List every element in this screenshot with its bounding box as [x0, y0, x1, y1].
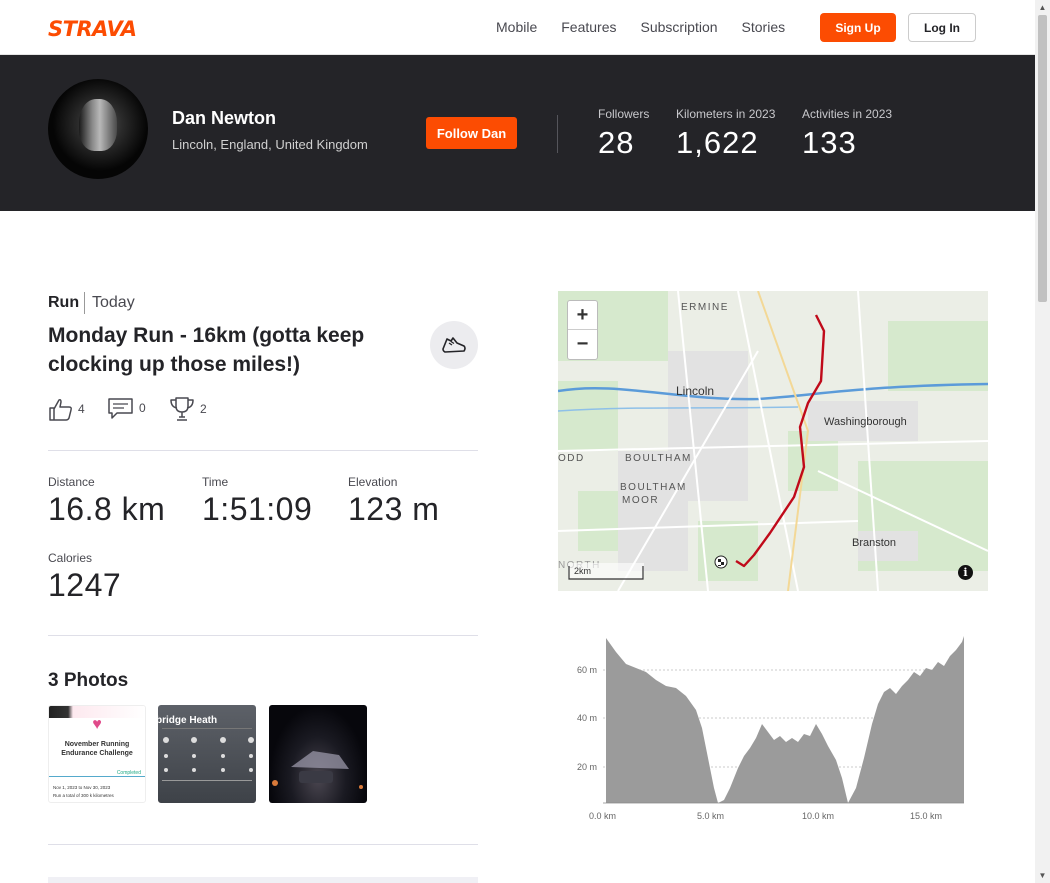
activity-type-divider: [84, 292, 85, 314]
photo-status-row: Completed: [49, 770, 145, 777]
divider: [48, 450, 478, 451]
stat-followers: Followers 28: [598, 107, 649, 161]
photo-thumbnail[interactable]: [269, 705, 367, 803]
achievements[interactable]: 2: [168, 396, 207, 422]
avatar[interactable]: [48, 79, 148, 179]
divider: [48, 844, 478, 845]
stat-value: 133: [802, 125, 857, 160]
nav-link-features[interactable]: Features: [561, 19, 616, 35]
map-label-washingborough: Washingborough: [824, 416, 907, 428]
avatar-face: [79, 99, 117, 151]
athlete-header: Dan Newton Lincoln, England, United King…: [0, 55, 1035, 211]
y-tick-60: 60 m: [577, 665, 597, 675]
top-nav: STRAVA Mobile Features Subscription Stor…: [0, 0, 1035, 55]
scroll-down-arrow-icon[interactable]: ▼: [1038, 871, 1047, 880]
photo-heading: November Running Endurance Challenge: [61, 741, 133, 757]
nav-links: Mobile Features Subscription Stories: [496, 19, 785, 35]
comments[interactable]: 0: [107, 396, 146, 420]
photo-dates: Nov 1, 2023 to Nov 30, 2023: [53, 785, 111, 790]
thumbs-up-icon: [49, 399, 72, 421]
activity-type: Run: [48, 294, 80, 311]
map-canvas: ERMINE Lincoln Washingborough ODD BOULTH…: [558, 291, 988, 591]
scrollbar-thumb[interactable]: [1038, 15, 1047, 302]
scroll-up-arrow-icon[interactable]: ▲: [1038, 3, 1047, 12]
stat-calories: Calories 1247: [48, 551, 121, 604]
photo-status: Completed: [116, 770, 141, 776]
nav-link-subscription[interactable]: Subscription: [641, 19, 718, 35]
stat-label: Time: [202, 475, 229, 489]
kudos[interactable]: 4: [48, 396, 85, 422]
shoe-button[interactable]: [430, 321, 478, 369]
stat-label: Elevation: [348, 475, 398, 489]
stat-value: 16.8 km: [48, 491, 166, 527]
log-in-button[interactable]: Log In: [908, 13, 976, 42]
trophy-icon: [170, 397, 194, 421]
divider: [48, 635, 478, 636]
stat-kilometers: Kilometers in 2023 1,622: [676, 107, 775, 161]
photo-sub: Run a total of 300 k kilometres: [53, 793, 114, 798]
x-tick-15: 15.0 km: [910, 811, 942, 821]
map-info-icon[interactable]: i: [958, 565, 973, 580]
sign-up-button[interactable]: Sign Up: [820, 13, 896, 42]
stat-elevation: Elevation 123 m: [348, 475, 439, 528]
activity-title: Monday Run - 16km (gotta keep clocking u…: [48, 324, 365, 376]
y-tick-20: 20 m: [577, 762, 597, 772]
activity-date: Today: [92, 294, 135, 311]
map-label-branston: Branston: [852, 537, 896, 549]
nav-link-stories[interactable]: Stories: [742, 19, 786, 35]
elevation-chart: 60 m 40 m 20 m 0.0 km 5.0 km 10.0 km 15.…: [577, 636, 964, 821]
weather-grid-graphic: [162, 728, 254, 781]
kudos-count: 4: [78, 402, 85, 416]
nav-link-mobile[interactable]: Mobile: [496, 19, 537, 35]
strava-logo[interactable]: STRAVA: [48, 17, 137, 41]
stat-value: 1:51:09: [202, 491, 313, 527]
photo-thumbnail[interactable]: bridge Heath: [158, 705, 256, 803]
y-tick-40: 40 m: [577, 713, 597, 723]
comment-icon: [108, 398, 133, 419]
map-scale-label: 2km: [574, 566, 591, 576]
running-shoe-icon: [442, 337, 466, 353]
activity-page: STRAVA Mobile Features Subscription Stor…: [0, 0, 1035, 883]
map-label-boultham: BOULTHAM: [625, 453, 692, 464]
elevation-area: [606, 636, 964, 803]
stat-label: Distance: [48, 475, 95, 489]
stat-label: Followers: [598, 107, 650, 121]
map-scale: 2km: [568, 563, 644, 580]
next-section: [48, 877, 478, 883]
x-tick-0: 0.0 km: [589, 811, 616, 821]
night-tent-graphic: [272, 751, 363, 789]
follow-button[interactable]: Follow Dan: [426, 117, 517, 149]
map-zoom-control: + −: [567, 300, 598, 360]
stat-value: 28: [598, 125, 635, 160]
photo-heading: bridge Heath: [158, 715, 218, 726]
stat-value: 1247: [48, 567, 122, 603]
route-map[interactable]: ERMINE Lincoln Washingborough ODD BOULTH…: [558, 291, 988, 591]
heart-badges-icon: ♥: [92, 716, 102, 733]
map-label-odd: ODD: [558, 453, 585, 464]
stat-value: 123 m: [348, 491, 440, 527]
stat-distance: Distance 16.8 km: [48, 475, 165, 528]
zoom-in-button[interactable]: +: [568, 301, 597, 330]
map-label-moor: MOOR: [622, 495, 659, 506]
map-label-boultham-moor: BOULTHAM: [620, 482, 687, 493]
athlete-name[interactable]: Dan Newton: [172, 108, 276, 129]
stat-time: Time 1:51:09: [202, 475, 312, 528]
achievements-count: 2: [200, 402, 207, 416]
header-divider: [557, 115, 558, 153]
x-tick-10: 10.0 km: [802, 811, 834, 821]
stat-label: Activities in 2023: [802, 107, 893, 121]
map-label-ermine: ERMINE: [681, 302, 729, 313]
stat-label: Calories: [48, 551, 93, 565]
stat-label: Kilometers in 2023: [676, 107, 776, 121]
x-tick-5: 5.0 km: [697, 811, 724, 821]
zoom-out-button[interactable]: −: [568, 330, 597, 359]
athlete-location: Lincoln, England, United Kingdom: [172, 137, 368, 152]
photo-thumbnail[interactable]: ♥ November Running Endurance Challenge C…: [48, 705, 146, 803]
stat-activities: Activities in 2023 133: [802, 107, 892, 161]
photos-title: 3 Photos: [48, 670, 129, 691]
comments-count: 0: [139, 401, 146, 415]
stat-value: 1,622: [676, 125, 759, 160]
map-label-lincoln: Lincoln: [676, 384, 714, 398]
